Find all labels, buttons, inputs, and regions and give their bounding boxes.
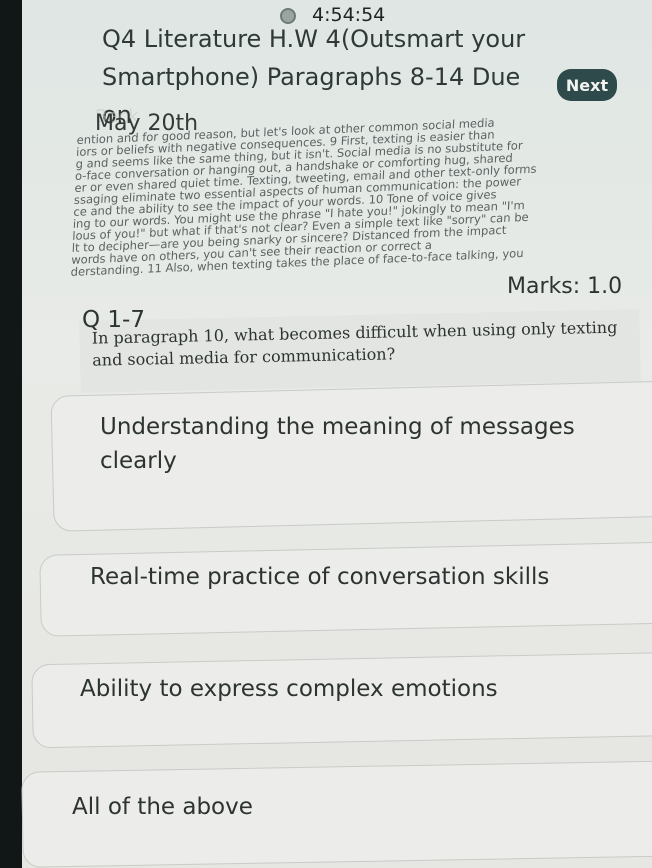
answer-option-1-label: Understanding the meaning of messages cl… bbox=[100, 414, 575, 474]
passage-excerpt: ention and for good reason, but let's lo… bbox=[70, 111, 629, 298]
next-button[interactable]: Next bbox=[557, 69, 617, 101]
answer-option-3-label: Ability to express complex emotions bbox=[80, 676, 498, 702]
answer-option-4-label: All of the above bbox=[72, 794, 253, 820]
marks-label: Marks: 1.0 bbox=[507, 274, 623, 299]
app-screen: 4:54:54 Q4 Literature H.W 4(Outsmart you… bbox=[0, 0, 652, 868]
answer-option-2-label: Real-time practice of conversation skill… bbox=[90, 564, 550, 590]
